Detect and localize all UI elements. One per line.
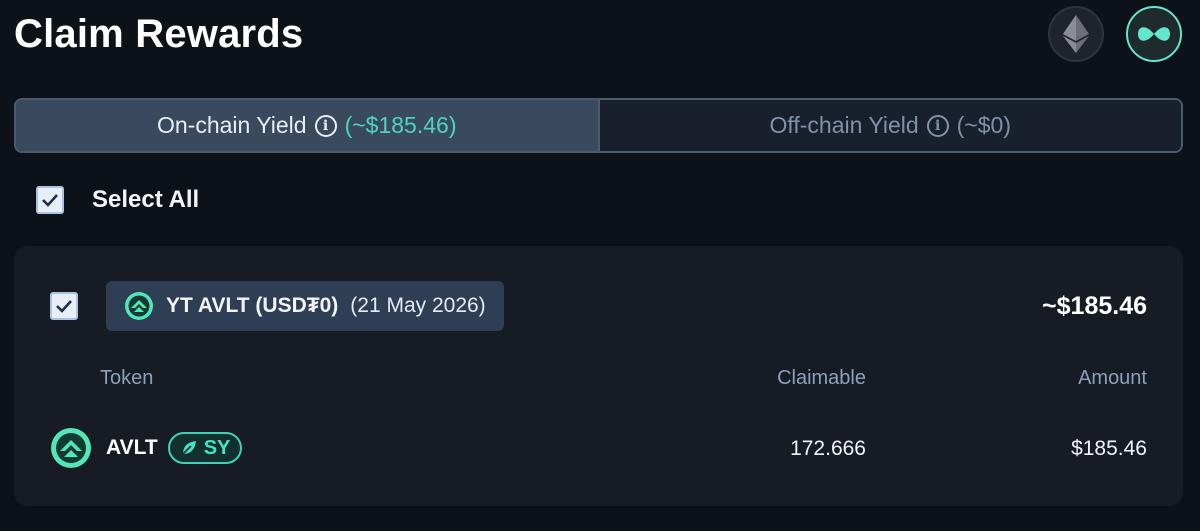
select-all-row: Select All: [36, 186, 199, 214]
pendle-network-button[interactable]: [1126, 6, 1182, 62]
badge-label: SY: [203, 436, 231, 459]
tab-off-chain-yield[interactable]: Off-chain Yield i (~$0): [599, 100, 1181, 151]
ethereum-network-button[interactable]: [1048, 6, 1104, 62]
select-all-checkbox[interactable]: [36, 186, 64, 214]
select-all-label: Select All: [92, 186, 200, 213]
pool-checkbox[interactable]: [50, 292, 78, 320]
tab-amount: (~$0): [956, 112, 1012, 138]
leaf-icon: [182, 441, 196, 455]
tab-label: On-chain Yield: [156, 112, 307, 138]
sy-badge: SY: [167, 432, 243, 464]
pool-maturity-date: (21 May 2026): [350, 294, 486, 317]
pool-name: YT AVLT (USD₮0): [166, 294, 339, 317]
reward-pool-card: YT AVLT (USD₮0) (21 May 2026) ~$185.46 T…: [14, 246, 1183, 506]
info-icon[interactable]: i: [926, 114, 949, 137]
column-header-claimable: Claimable: [777, 367, 866, 389]
avlt-logo-icon: [125, 292, 153, 320]
table-row: AVLT SY: [50, 427, 243, 469]
tab-amount: (~$185.46): [344, 112, 457, 138]
pool-chip[interactable]: YT AVLT (USD₮0) (21 May 2026): [106, 281, 504, 331]
column-header-amount: Amount: [1078, 367, 1147, 389]
pendle-network-icon: [1138, 27, 1170, 41]
claimable-value: 172.666: [790, 437, 866, 460]
amount-value: $185.46: [1071, 437, 1147, 460]
checkmark-icon: [56, 300, 72, 313]
pool-total-value: ~$185.46: [1042, 292, 1147, 320]
column-header-token: Token: [100, 367, 154, 389]
yield-tabs: On-chain Yield i (~$185.46) Off-chain Yi…: [14, 98, 1183, 153]
ethereum-icon: [1063, 15, 1089, 53]
info-icon[interactable]: i: [314, 114, 337, 137]
tab-on-chain-yield[interactable]: On-chain Yield i (~$185.46): [16, 100, 600, 151]
checkmark-icon: [42, 194, 58, 207]
tab-label: Off-chain Yield: [769, 112, 919, 138]
page-title: Claim Rewards: [14, 12, 304, 56]
avlt-token-icon: [51, 428, 91, 468]
token-symbol: AVLT: [106, 436, 158, 459]
